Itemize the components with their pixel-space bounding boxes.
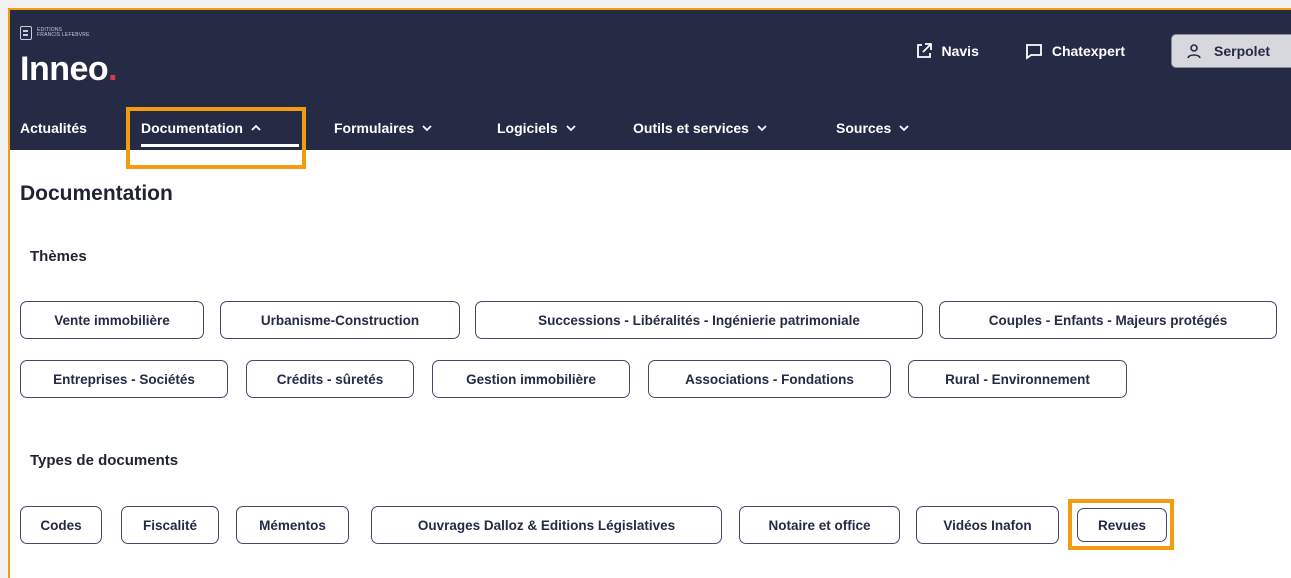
chip-associations-fondations[interactable]: Associations - Fondations [648,360,891,398]
chip-urbanisme-construction[interactable]: Urbanisme-Construction [220,301,460,339]
chip-codes[interactable]: Codes [20,506,102,544]
chatexpert-link[interactable]: Chatexpert [1025,42,1125,60]
user-menu-button[interactable]: Serpolet [1171,34,1291,68]
user-icon [1187,44,1201,59]
chip-rural-environnement[interactable]: Rural - Environnement [908,360,1127,398]
chat-bubble-icon [1025,44,1042,60]
navis-label: Navis [941,43,979,59]
publisher-line2: FRANCIS LEFEBVRE [37,32,90,38]
chevron-down-icon [899,125,909,132]
external-link-icon [916,43,932,58]
page-title: Documentation [20,182,173,205]
chip-videos-inafon[interactable]: Vidéos Inafon [916,506,1059,544]
chevron-up-icon [251,124,261,131]
chip-gestion-immobiliere[interactable]: Gestion immobilière [432,360,630,398]
themes-title: Thèmes [30,248,87,265]
chip-entreprises-societes[interactable]: Entreprises - Sociétés [20,360,228,398]
brand-publisher: EDITIONS FRANCIS LEFEBVRE [20,26,90,40]
chatexpert-label: Chatexpert [1051,43,1125,59]
nav-item-actualites[interactable]: Actualités [20,120,87,136]
chip-mementos[interactable]: Mémentos [236,506,349,544]
chevron-down-icon [757,125,767,132]
chevron-down-icon [566,125,576,132]
nav-item-outils-et-services[interactable]: Outils et services [633,120,767,136]
active-nav-underline [141,144,299,147]
top-actions: Navis Chatexpert Serpolet [915,34,1291,68]
app-frame: EDITIONS FRANCIS LEFEBVRE Inneo. Navis C… [8,8,1291,578]
chip-notaire-et-office[interactable]: Notaire et office [739,506,900,544]
nav-item-logiciels[interactable]: Logiciels [497,120,576,136]
nav-item-sources[interactable]: Sources [836,120,909,136]
nav-item-formulaires[interactable]: Formulaires [334,120,432,136]
nav-item-documentation[interactable]: Documentation [141,120,261,136]
chip-ouvrages-dalloz[interactable]: Ouvrages Dalloz & Editions Législatives [371,506,722,544]
logo-dot: . [108,50,118,88]
types-title: Types de documents [30,452,179,469]
chip-successions[interactable]: Successions - Libéralités - Ingénierie p… [475,301,923,339]
publisher-logo-icon [20,26,32,40]
chip-credits-suretes[interactable]: Crédits - sûretés [246,360,414,398]
chevron-down-icon [422,125,432,132]
chip-vente-immobiliere[interactable]: Vente immobilière [20,301,204,339]
chip-fiscalite[interactable]: Fiscalité [121,506,219,544]
inneo-logo[interactable]: Inneo. [20,50,118,89]
user-name: Serpolet [1214,43,1271,59]
navis-link[interactable]: Navis [915,42,979,60]
chip-couples-enfants[interactable]: Couples - Enfants - Majeurs protégés [939,301,1277,339]
chip-revues[interactable]: Revues [1077,508,1167,542]
